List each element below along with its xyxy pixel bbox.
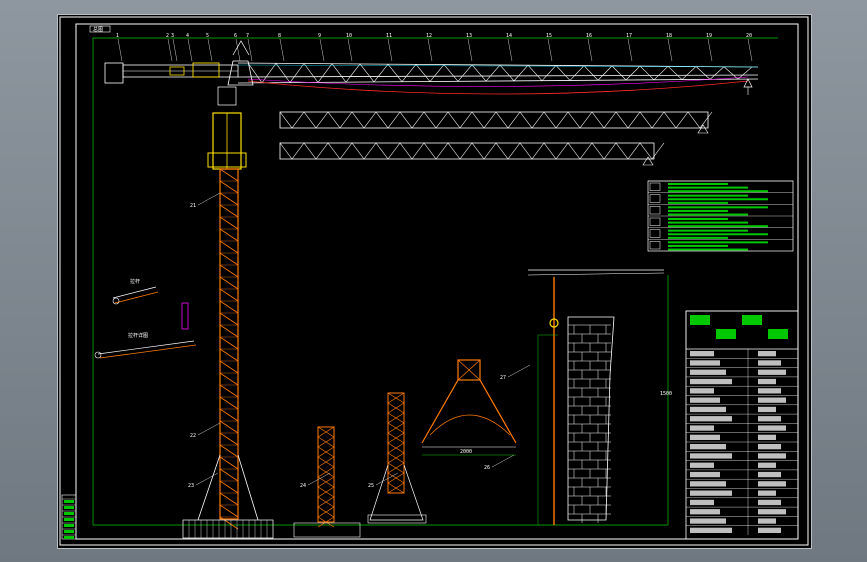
inner-frame [75,23,799,540]
mast [219,168,239,520]
detail-label-1: 拉杆 [130,278,140,285]
callout-10: 10 [346,33,352,39]
callout-27: 27 [500,375,506,381]
callout-14: 14 [506,33,512,39]
callout-7: 7 [246,33,249,39]
main-tower [182,86,274,539]
dimension-outline [92,37,778,526]
callout-22: 22 [190,433,196,439]
tower-crane-general-assembly-drawing: 总图 拉杆 拉杆详图 1 2 3 4 5 6 7 8 9 10 11 12 13… [59,16,809,546]
callout-18: 18 [666,33,672,39]
callout-13: 13 [466,33,472,39]
operator-cab [217,86,237,106]
callout-1: 1 [116,33,119,39]
title-tag: 总图 [93,26,103,33]
spec-table [647,180,794,252]
callout-15: 15 [546,33,552,39]
callout-5: 5 [206,33,209,39]
callout-21: 21 [190,203,196,209]
callout-17: 17 [626,33,632,39]
mast-section-base [367,392,427,524]
callout-25: 25 [368,483,374,489]
callout-6: 6 [234,33,237,39]
jib-section-1 [279,111,713,134]
callout-20: 20 [746,33,752,39]
cad-viewport[interactable]: 总图 拉杆 拉杆详图 1 2 3 4 5 6 7 8 9 10 11 12 13… [57,14,812,549]
callout-19: 19 [706,33,712,39]
dim-height: 1500 [660,391,672,397]
a-frame [232,40,250,56]
mast-section-short [293,426,361,538]
callout-labels: 1 2 3 4 5 6 7 8 9 10 11 12 13 14 15 16 17 18 19 20212223 24 2… [116,33,753,489]
callout-3: 3 [171,33,174,39]
callout-4: 4 [186,33,189,39]
dim-lift-width: 2000 [460,449,472,455]
jib-section-2 [279,142,665,166]
callout-16: 16 [586,33,592,39]
callout-12: 12 [426,33,432,39]
callout-26: 26 [484,465,490,471]
callout-23: 23 [188,483,194,489]
rope-detail: 拉杆 拉杆详图 [94,278,197,359]
main-jib [104,40,759,95]
callout-24: 24 [300,483,306,489]
detail-label-2: 拉杆详图 [128,332,148,339]
left-revision-block [61,494,77,540]
callout-9: 9 [318,33,321,39]
callout-11: 11 [386,33,392,39]
counterweight [104,62,124,84]
title-block [685,310,799,540]
building-wall [567,316,615,523]
callout-8: 8 [278,33,281,39]
trolley-rope [247,76,749,87]
callout-2: 2 [166,33,169,39]
